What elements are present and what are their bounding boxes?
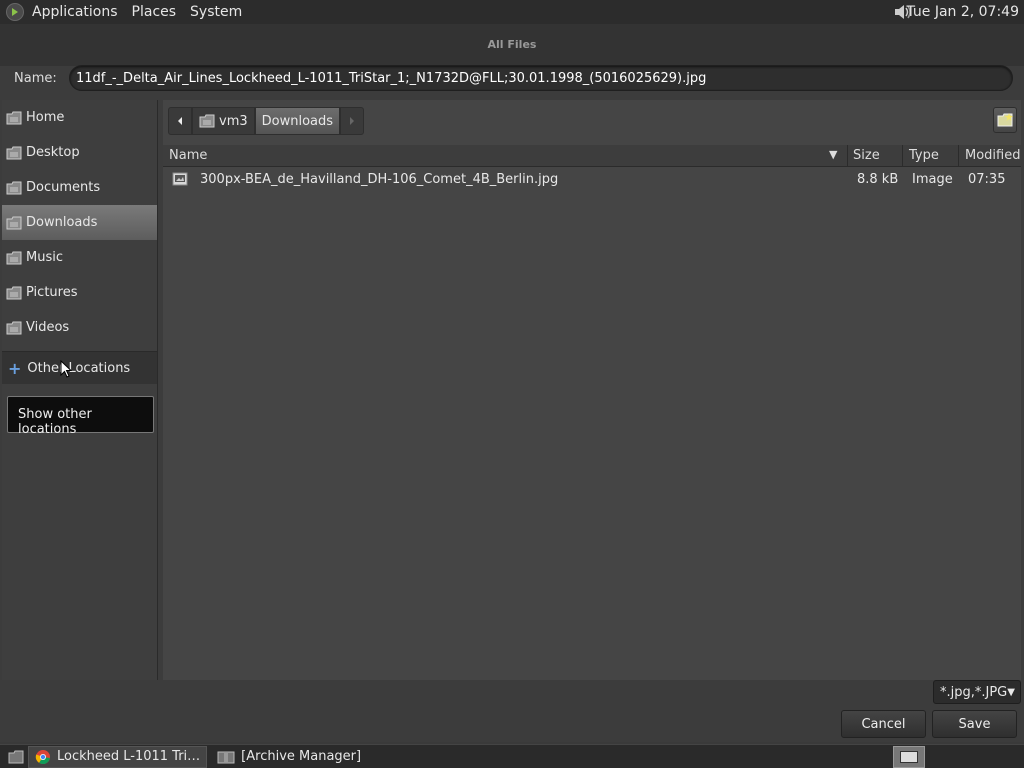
file-name: 300px-BEA_de_Havilland_DH-106_Comet_4B_B… [200,172,559,187]
sidebar-item-label: Music [26,250,63,265]
column-separator [847,145,848,167]
top-panel: Applications Places System Tue Jan 2, 07… [0,0,1024,24]
taskbar-item-browser[interactable]: Lockheed L-1011 Tri… [28,745,208,768]
folder-icon [199,114,215,128]
name-label: Name: [14,71,57,86]
taskbar: Lockheed L-1011 Tri… [Archive Manager] [0,744,1024,768]
name-row: Name: [0,64,1024,96]
sidebar-item-pictures[interactable]: Pictures [2,275,157,310]
file-type: Image [912,172,953,187]
new-folder-button[interactable] [993,107,1017,133]
file-filter-value: *.jpg,*.JPG [940,684,1008,700]
column-header-size[interactable]: Size [853,148,880,163]
menu-system[interactable]: System [190,4,242,20]
column-header-name[interactable]: Name [169,148,207,163]
column-header-modified[interactable]: Modified [965,148,1020,163]
folder-icon [6,251,22,264]
path-scroll-right-button[interactable] [340,107,365,135]
image-file-icon [172,172,188,186]
sidebar-item-label: Pictures [26,285,78,300]
folder-icon [6,111,22,124]
chevron-right-icon [350,117,355,125]
archive-icon [217,751,235,763]
sort-descending-icon[interactable]: ▼ [829,148,837,161]
file-size: 8.8 kB [857,172,899,187]
folder-icon [6,216,22,229]
sidebar-item-label: Desktop [26,145,80,160]
taskbar-item-archive-manager[interactable]: [Archive Manager] [211,746,367,768]
show-desktop-button[interactable] [4,746,28,768]
taskbar-item-label: Lockheed L-1011 Tri… [57,749,201,764]
workspace-switcher[interactable] [893,746,925,768]
show-desktop-icon [8,750,24,763]
clock[interactable]: Tue Jan 2, 07:49 [906,4,1019,20]
folder-icon [6,321,22,334]
dialog-title: All Files [0,24,1024,66]
menu-applications[interactable]: Applications [32,4,118,20]
folder-icon [6,286,22,299]
file-chooser-dialog: All Files Name: Home Desktop Documents D… [0,24,1024,742]
filename-input[interactable] [69,65,1013,91]
sidebar-item-label: Home [26,110,65,125]
app-menu-icon[interactable] [6,3,24,21]
file-list-header: Name ▼ Size Type Modified [163,145,1021,167]
plus-icon: + [8,358,22,378]
path-scroll-left-button[interactable] [168,107,192,135]
menu-places[interactable]: Places [132,4,177,20]
sidebar-item-videos[interactable]: Videos [2,310,157,345]
path-bar: vm3 Downloads [168,107,365,135]
save-button[interactable]: Save [932,710,1017,738]
sidebar-item-music[interactable]: Music [2,240,157,275]
column-separator [958,145,959,167]
path-segment-label: vm3 [219,113,248,129]
path-segment-home[interactable]: vm3 [192,107,255,135]
path-segment-downloads[interactable]: Downloads [254,107,341,135]
sidebar-item-other-locations[interactable]: + Other Locations [2,352,157,384]
sidebar-item-home[interactable]: Home [2,100,157,135]
mouse-cursor-icon [60,360,72,378]
column-separator [902,145,903,167]
chrome-icon [35,749,50,764]
column-header-type[interactable]: Type [909,148,939,163]
sidebar-item-label: Videos [26,320,70,335]
places-sidebar: Home Desktop Documents Downloads Music P… [2,100,158,680]
path-segment-label: Downloads [261,113,334,129]
cancel-button[interactable]: Cancel [841,710,926,738]
folder-icon [6,146,22,159]
file-filter-dropdown[interactable]: *.jpg,*.JPG ▼ [933,680,1021,704]
sidebar-item-documents[interactable]: Documents [2,170,157,205]
sidebar-item-label: Other Locations [27,360,131,376]
sidebar-item-label: Downloads [26,215,98,230]
file-list-pane: vm3 Downloads Name ▼ Size Type Modified … [163,100,1021,680]
chevron-left-icon [178,117,182,125]
taskbar-item-label: [Archive Manager] [241,749,362,764]
file-modified: 07:35 [968,172,1006,187]
sidebar-item-desktop[interactable]: Desktop [2,135,157,170]
sidebar-item-label: Documents [26,180,101,195]
chevron-down-icon: ▼ [1007,686,1015,698]
file-row[interactable]: 300px-BEA_de_Havilland_DH-106_Comet_4B_B… [163,168,1021,192]
tooltip: Show other locations [7,396,154,437]
folder-icon [6,181,22,194]
workspace-window-thumbnail [900,751,918,763]
sidebar-item-downloads[interactable]: Downloads [2,205,157,240]
new-folder-icon [997,113,1013,127]
